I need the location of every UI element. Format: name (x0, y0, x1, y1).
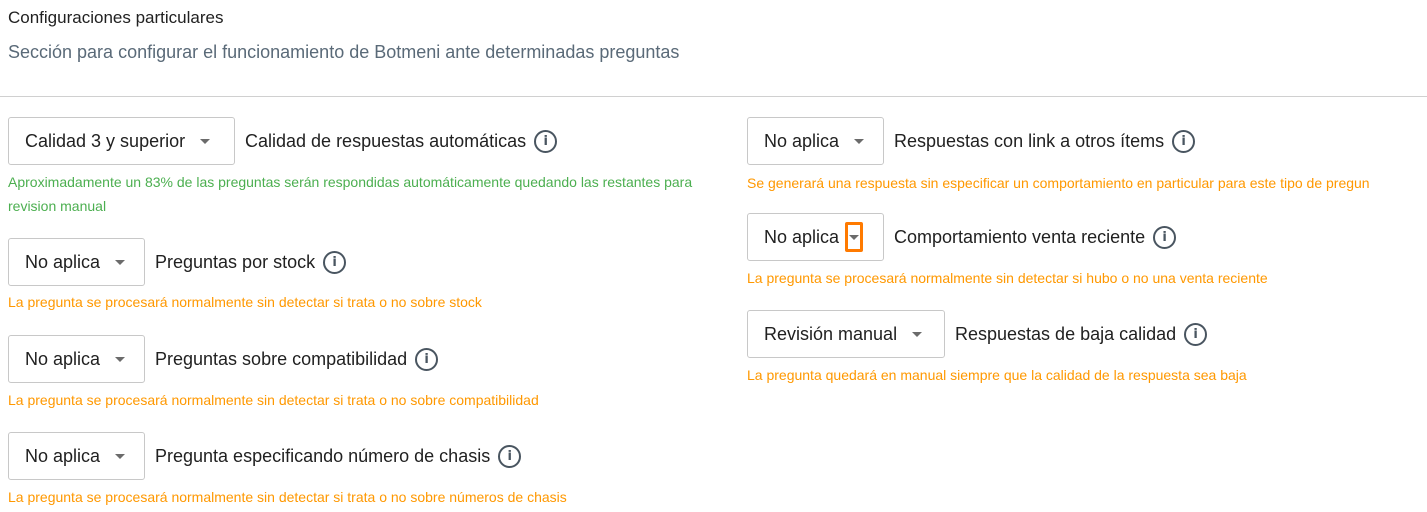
chevron-down-icon (114, 353, 126, 365)
stock-select[interactable]: No aplica (8, 238, 145, 286)
select-value: No aplica (25, 445, 101, 466)
chassis-select[interactable]: No aplica (8, 432, 145, 480)
chevron-down-icon (853, 135, 865, 147)
chevron-down-icon (114, 450, 126, 462)
low-quality-select[interactable]: Revisión manual (747, 310, 945, 358)
setting-description: La pregunta se procesará normalmente sin… (8, 294, 482, 310)
info-icon[interactable]: i (534, 129, 558, 153)
section-title: Configuraciones particulares (8, 8, 224, 27)
info-icon[interactable]: i (498, 444, 522, 468)
select-value: No aplica (764, 130, 840, 151)
chevron-down-icon (911, 328, 923, 340)
divider (0, 96, 1427, 97)
setting-description: La pregunta se procesará normalmente sin… (747, 270, 1268, 286)
chevron-down-icon (199, 135, 211, 147)
chevron-down-icon[interactable] (845, 222, 864, 252)
setting-description: La pregunta quedará en manual siempre qu… (747, 367, 1247, 383)
recent-sale-select[interactable]: No aplica (747, 213, 884, 261)
setting-description: Se generará una respuesta sin especifica… (747, 175, 1370, 191)
setting-label: Comportamiento venta reciente (894, 226, 1146, 247)
setting-description: La pregunta se procesará normalmente sin… (8, 489, 567, 505)
quality-select[interactable]: Calidad 3 y superior (8, 117, 235, 165)
setting-label: Preguntas por stock (155, 251, 316, 272)
info-icon[interactable]: i (323, 250, 347, 274)
info-icon[interactable]: i (415, 347, 439, 371)
info-icon[interactable]: i (1153, 225, 1177, 249)
info-icon[interactable]: i (1172, 129, 1196, 153)
links-select[interactable]: No aplica (747, 117, 884, 165)
setting-description: La pregunta se procesará normalmente sin… (8, 392, 539, 408)
select-value: Calidad 3 y superior (25, 130, 186, 151)
section-subtitle: Sección para configurar el funcionamient… (8, 42, 680, 62)
setting-description: Aproximadamente un 83% de las preguntas … (8, 174, 693, 214)
select-value: No aplica (25, 251, 101, 272)
info-icon[interactable]: i (1184, 322, 1208, 346)
select-value: No aplica (25, 348, 101, 369)
select-value: No aplica (764, 226, 840, 247)
setting-label: Respuestas con link a otros ítems (894, 130, 1165, 151)
setting-label: Preguntas sobre compatibilidad (155, 348, 408, 369)
compatibility-select[interactable]: No aplica (8, 335, 145, 383)
chevron-down-icon (114, 256, 126, 268)
setting-label: Calidad de respuestas automáticas (245, 130, 527, 151)
setting-label: Pregunta especificando número de chasis (155, 445, 491, 466)
setting-label: Respuestas de baja calidad (955, 323, 1177, 344)
select-value: Revisión manual (764, 323, 898, 344)
